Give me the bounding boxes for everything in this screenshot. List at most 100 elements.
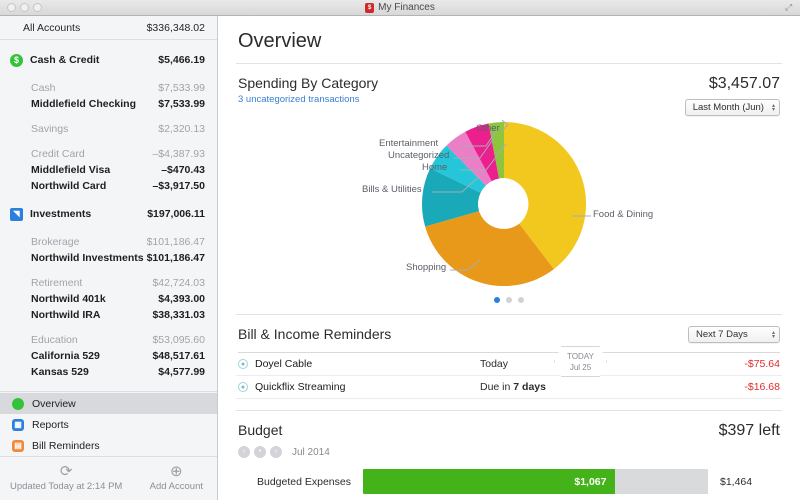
sidebar-account-northwild-401k[interactable]: Northwild 401k $4,393.00 — [0, 291, 217, 307]
minimize-button[interactable] — [20, 3, 29, 12]
sidebar-group-cash-credit[interactable]: $ Cash & Credit $5,466.19 — [0, 49, 217, 71]
sidebar-account-northwild-investments[interactable]: Northwild Investments $101,186.47 — [0, 250, 217, 266]
chart-label-uncategorized: Uncategorized — [388, 150, 449, 161]
sidebar-item-label: Reports — [32, 419, 69, 431]
fullscreen-icon[interactable]: ⤢ — [785, 3, 794, 12]
today-marker: TODAY Jul 25 — [554, 346, 607, 377]
updated-text: Updated Today at 2:14 PM — [10, 481, 122, 492]
group-spacer — [0, 71, 217, 80]
sidebar-section-brokerage[interactable]: Brokerage $101,186.47 — [0, 234, 217, 250]
chart-label-food-dining: Food & Dining — [593, 209, 653, 220]
section-label: Cash — [10, 82, 158, 94]
sidebar-item-bill-reminders[interactable]: ▤ Bill Reminders — [0, 435, 217, 456]
next-month-button[interactable]: › — [270, 446, 282, 458]
spending-header: Spending By Category 3 uncategorized tra… — [236, 64, 782, 116]
budget-total-amount: $1,464 — [708, 476, 780, 488]
account-label: California 529 — [10, 350, 152, 362]
chart-label-bills-utilities: Bills & Utilities — [362, 184, 422, 195]
account-amount: $48,517.61 — [152, 350, 205, 362]
traffic-lights[interactable] — [7, 3, 42, 12]
accounts-list[interactable]: All Accounts $336,348.02 $ Cash & Credit… — [0, 16, 217, 391]
app-window: $ My Finances ⤢ All Accounts $336,348.02… — [0, 0, 800, 500]
chart-label-home: Home — [422, 162, 447, 173]
group-amount: $197,006.11 — [147, 208, 205, 220]
reminder-due: Due in 7 days — [480, 381, 690, 393]
sidebar-item-overview[interactable]: Overview — [0, 393, 217, 414]
sidebar-group-investments[interactable]: ◥ Investments $197,006.11 — [0, 203, 217, 225]
main-content: Overview Spending By Category 3 uncatego… — [218, 16, 800, 500]
window-body: All Accounts $336,348.02 $ Cash & Credit… — [0, 16, 800, 500]
sidebar-account-middlefield-visa[interactable]: Middlefield Visa –$470.43 — [0, 162, 217, 178]
account-label: Middlefield Visa — [10, 164, 161, 176]
group-label: Cash & Credit — [23, 54, 158, 66]
sidebar-section-cash[interactable]: Cash $7,533.99 — [0, 80, 217, 96]
current-month-button[interactable]: • — [254, 446, 266, 458]
account-amount: –$470.43 — [161, 164, 205, 176]
add-account-button[interactable]: ⊕ Add Account — [150, 465, 203, 492]
clock-icon: ● — [238, 382, 248, 392]
account-amount: –$3,917.50 — [152, 180, 205, 192]
period-select[interactable]: Last Month (Jun) ▴▾ — [685, 99, 780, 116]
sidebar-section-credit-card[interactable]: Credit Card –$4,387.93 — [0, 146, 217, 162]
all-accounts-amount: $336,348.02 — [147, 22, 205, 34]
sidebar-section-retirement[interactable]: Retirement $42,724.03 — [0, 275, 217, 291]
budget-bar-track[interactable]: $1,067 — [363, 469, 708, 494]
reminders-header-right: Next 7 Days ▴▾ — [688, 326, 780, 343]
spending-total: $3,457.07 — [709, 75, 780, 93]
window-title: My Finances — [378, 2, 435, 13]
chart-label-entertainment: Entertainment — [379, 138, 438, 149]
chart-label-shopping: Shopping — [406, 262, 446, 273]
zoom-button[interactable] — [33, 3, 42, 12]
prev-month-button[interactable]: ‹ — [238, 446, 250, 458]
sidebar-nav: Overview ▦ Reports ▤ Bill Reminders — [0, 391, 217, 456]
refresh-button[interactable]: ⟳ Updated Today at 2:14 PM — [10, 465, 122, 492]
group-spacer — [0, 380, 217, 389]
uncategorized-link[interactable]: 3 uncategorized transactions — [238, 94, 685, 105]
all-accounts-label: All Accounts — [10, 22, 147, 34]
budget-left-amount: $397 left — [719, 422, 780, 440]
reminder-amount: -$16.68 — [690, 381, 780, 393]
table-row[interactable]: ● Doyel Cable Today -$75.64 — [236, 353, 782, 376]
account-label: Northwild IRA — [10, 309, 152, 321]
sidebar-account-northwild-ira[interactable]: Northwild IRA $38,331.03 — [0, 307, 217, 323]
add-account-icon: ⊕ — [170, 465, 183, 478]
reminder-due-bold: 7 days — [513, 381, 546, 393]
spending-chart[interactable]: Food & Dining Shopping Bills & Utilities… — [236, 116, 782, 301]
money-circle-icon: $ — [10, 54, 23, 67]
sidebar-item-all-accounts[interactable]: All Accounts $336,348.02 — [0, 16, 217, 40]
close-button[interactable] — [7, 3, 16, 12]
budget-title: Budget — [238, 422, 719, 438]
reminders-range-value: Next 7 Days — [696, 329, 748, 340]
sidebar-footer: ⟳ Updated Today at 2:14 PM ⊕ Add Account — [0, 456, 217, 500]
spending-header-left: Spending By Category 3 uncategorized tra… — [238, 75, 685, 105]
budget-bar-label: Budgeted Expenses — [238, 476, 363, 488]
reminders-header: Bill & Income Reminders Next 7 Days ▴▾ — [236, 315, 782, 343]
group-spacer — [0, 194, 217, 203]
reminders-list: ● Doyel Cable Today -$75.64 ● Quickflix … — [236, 352, 782, 399]
table-row[interactable]: ● Quickflix Streaming Due in 7 days -$16… — [236, 376, 782, 399]
section-amount: $7,533.99 — [158, 82, 205, 94]
reminders-range-select[interactable]: Next 7 Days ▴▾ — [688, 326, 780, 343]
window-title-group: $ My Finances — [0, 0, 800, 15]
group-spacer — [0, 323, 217, 332]
sidebar-item-label: Overview — [32, 398, 76, 410]
group-spacer — [0, 40, 217, 49]
account-label: Northwild Card — [10, 180, 152, 192]
reports-icon: ▦ — [12, 419, 24, 431]
donut-chart-svg[interactable] — [236, 118, 770, 290]
section-amount: $101,186.47 — [147, 236, 205, 248]
chart-label-other: Other — [476, 123, 500, 134]
period-select-value: Last Month (Jun) — [693, 102, 764, 113]
sidebar-account-northwild-card[interactable]: Northwild Card –$3,917.50 — [0, 178, 217, 194]
section-label: Retirement — [10, 277, 152, 289]
add-account-label: Add Account — [150, 481, 203, 492]
sidebar-section-savings[interactable]: Savings $2,320.13 — [0, 121, 217, 137]
sidebar-account-middlefield-checking[interactable]: Middlefield Checking $7,533.99 — [0, 96, 217, 112]
chevron-updown-icon: ▴▾ — [772, 331, 775, 339]
budget-month-nav: ‹ • › Jul 2014 — [236, 446, 782, 458]
sidebar-section-education[interactable]: Education $53,095.60 — [0, 332, 217, 348]
sidebar-item-reports[interactable]: ▦ Reports — [0, 414, 217, 435]
sidebar-account-california-529[interactable]: California 529 $48,517.61 — [0, 348, 217, 364]
account-amount: $4,577.99 — [158, 366, 205, 378]
sidebar-account-kansas-529[interactable]: Kansas 529 $4,577.99 — [0, 364, 217, 380]
